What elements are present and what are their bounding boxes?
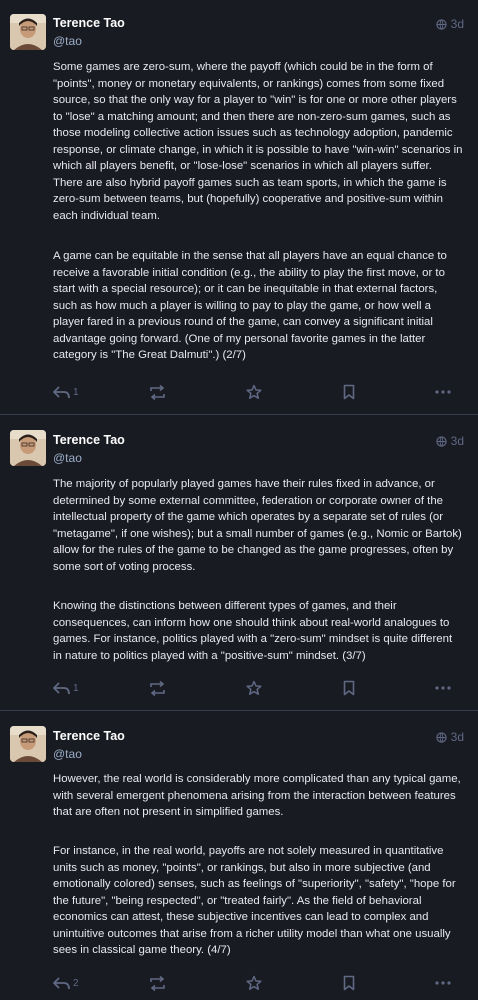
reply-count: 1 (73, 682, 79, 694)
boost-icon (150, 384, 165, 400)
post-paragraph: Knowing the distinctions between differe… (53, 600, 453, 662)
reply-icon (53, 386, 70, 399)
favourite-icon (246, 975, 262, 990)
post-paragraph: However, the real world is considerably … (53, 773, 461, 818)
globe-icon (435, 18, 447, 30)
boost-button[interactable] (149, 973, 166, 993)
post-paragraph: The majority of popularly played games h… (53, 478, 462, 573)
post-meta: 3d (435, 17, 464, 31)
bookmark-button[interactable] (343, 973, 355, 993)
timeline-feed: Terence Tao @tao 3d Some games are zero-… (0, 0, 478, 1000)
more-button[interactable] (435, 678, 451, 698)
boost-button[interactable] (149, 382, 166, 402)
avatar[interactable] (10, 726, 46, 762)
boost-icon (150, 680, 165, 696)
post-meta: 3d (435, 730, 464, 744)
reply-count: 2 (73, 977, 79, 989)
post-actions: 1 (53, 678, 458, 698)
post-paragraph: A game can be equitable in the sense tha… (53, 250, 447, 361)
reply-icon (53, 682, 70, 695)
favourite-button[interactable] (246, 678, 262, 698)
more-icon (435, 981, 451, 985)
favourite-button[interactable] (246, 973, 262, 993)
boost-button[interactable] (149, 678, 166, 698)
bookmark-icon (343, 680, 355, 696)
author-handle[interactable]: @tao (53, 451, 82, 465)
post[interactable]: Terence Tao @tao 3d The majority of popu… (0, 415, 478, 711)
reply-count: 1 (73, 386, 79, 398)
bookmark-button[interactable] (343, 678, 355, 698)
post-time[interactable]: 3d (451, 434, 464, 448)
boost-icon (150, 975, 165, 991)
reply-button[interactable]: 1 (53, 678, 79, 698)
author-handle[interactable]: @tao (53, 34, 82, 48)
more-icon (435, 390, 451, 394)
author-name[interactable]: Terence Tao (53, 16, 125, 30)
post-time[interactable]: 3d (451, 17, 464, 31)
favourite-icon (246, 384, 262, 399)
avatar[interactable] (10, 14, 46, 50)
globe-icon (435, 435, 447, 447)
post-paragraph: For instance, in the real world, payoffs… (53, 845, 456, 956)
reply-button[interactable]: 1 (53, 382, 79, 402)
post[interactable]: Terence Tao @tao 3d Some games are zero-… (0, 0, 478, 415)
more-button[interactable] (435, 382, 451, 402)
reply-button[interactable]: 2 (53, 973, 79, 993)
post-paragraph: Some games are zero-sum, where the payof… (53, 61, 463, 222)
more-button[interactable] (435, 973, 451, 993)
author-name[interactable]: Terence Tao (53, 729, 125, 743)
reply-icon (53, 977, 70, 990)
avatar[interactable] (10, 430, 46, 466)
favourite-icon (246, 680, 262, 695)
globe-icon (435, 731, 447, 743)
author-name[interactable]: Terence Tao (53, 433, 125, 447)
favourite-button[interactable] (246, 382, 262, 402)
post-actions: 2 (53, 973, 458, 993)
bookmark-icon (343, 384, 355, 400)
post-meta: 3d (435, 434, 464, 448)
bookmark-button[interactable] (343, 382, 355, 402)
bookmark-icon (343, 975, 355, 991)
post[interactable]: Terence Tao @tao 3d However, the real wo… (0, 711, 478, 1000)
post-actions: 1 (53, 382, 458, 402)
more-icon (435, 686, 451, 690)
author-handle[interactable]: @tao (53, 747, 82, 761)
post-time[interactable]: 3d (451, 730, 464, 744)
